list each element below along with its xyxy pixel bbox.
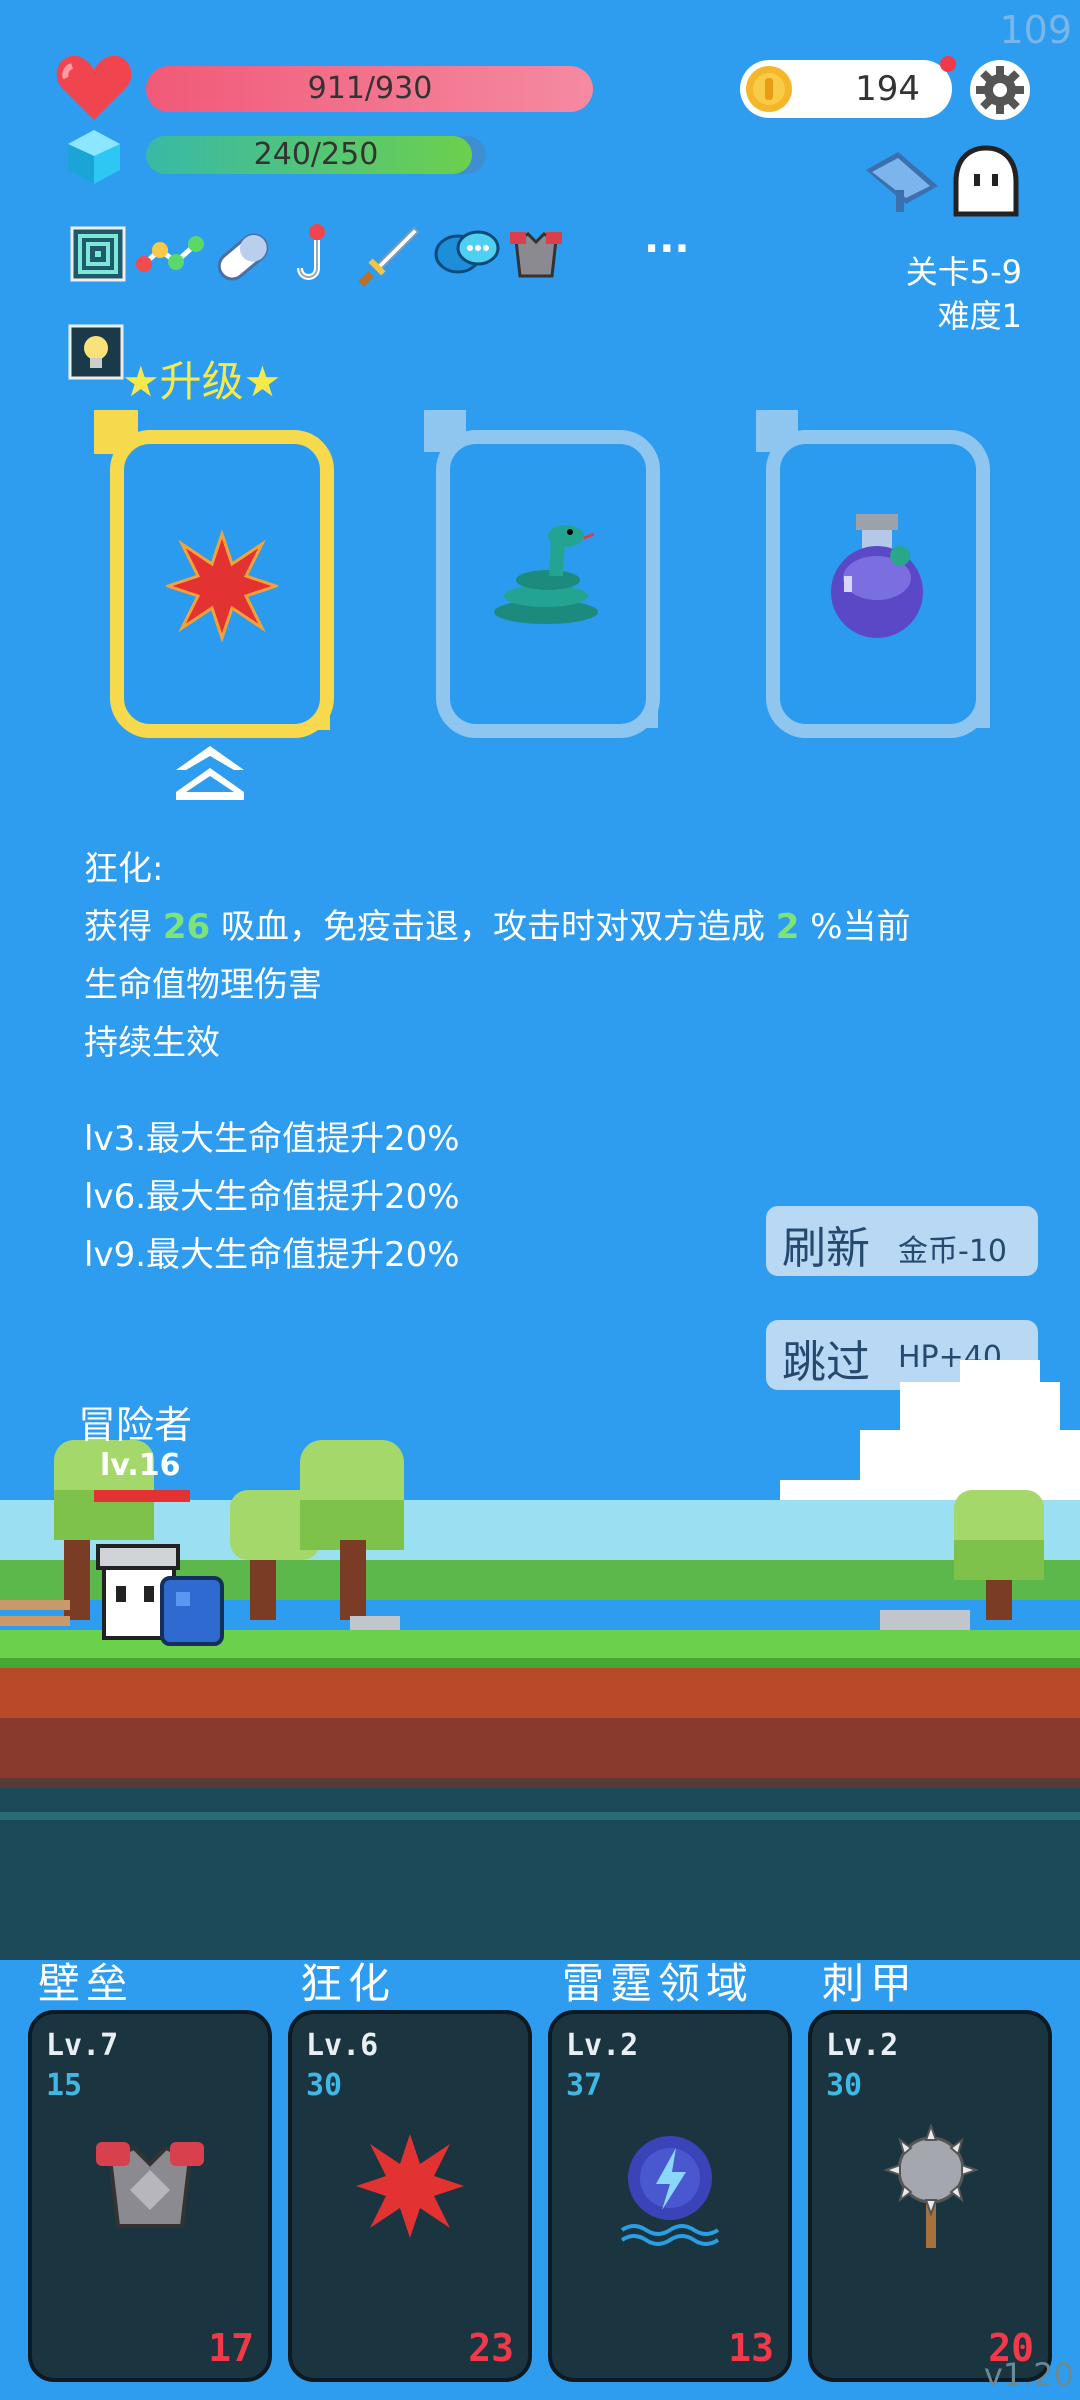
refresh-cost: 金币-10 — [898, 1234, 1007, 1269]
desc-line-1: 获得 26 吸血，免疫击退，攻击时对双方造成 2 %当前 — [84, 907, 911, 947]
skill-count: 17 — [208, 2326, 254, 2370]
player-title: 冒险者 — [78, 1403, 193, 1447]
thunder-icon — [620, 2136, 720, 2246]
coin-count: 194 — [855, 69, 920, 109]
skill-card-thorn-armor[interactable]: Lv.2 30 20 — [808, 2010, 1052, 2382]
desc-lv3: lv3.最大生命值提升20% — [84, 1119, 460, 1159]
heart-icon — [56, 55, 132, 120]
refresh-label: 刷新 — [782, 1223, 870, 1274]
skill-value: 30 — [826, 2068, 863, 2103]
desc-name: 狂化: — [84, 849, 164, 889]
refresh-button[interactable]: 刷新 金币-10 — [766, 1206, 1038, 1276]
skill-level: Lv.6 — [306, 2028, 379, 2063]
desc-line-2: 生命值物理伤害 — [84, 965, 322, 1005]
pixel-flag-icon[interactable] — [860, 146, 944, 216]
upgrade-title: ★升级★ — [122, 348, 281, 409]
molecule-icon[interactable] — [136, 230, 206, 280]
ghost-icon[interactable] — [948, 144, 1024, 220]
more-button[interactable]: ··· — [644, 226, 690, 272]
desc-value-lifesteal: 26 — [162, 907, 211, 947]
version-label: v1.20 — [983, 2356, 1074, 2394]
armor-icon[interactable] — [506, 226, 566, 286]
skill-value: 15 — [46, 2068, 83, 2103]
notification-dot — [940, 56, 956, 72]
coin-icon — [746, 66, 792, 112]
upgrade-card-potion[interactable] — [766, 430, 990, 738]
skill-level: Lv.2 — [566, 2028, 639, 2063]
splat-icon — [356, 2134, 464, 2238]
skill-level: Lv.2 — [826, 2028, 899, 2063]
upgrade-card-snake[interactable] — [436, 430, 660, 738]
splat-icon — [166, 530, 278, 642]
skill-card-berserk[interactable]: Lv.6 30 23 — [288, 2010, 532, 2382]
skill-level: Lv.7 — [46, 2028, 119, 2063]
skill-name-2: 狂化 — [300, 1959, 397, 2008]
skill-card-bulwark[interactable]: Lv.7 15 17 — [28, 2010, 272, 2382]
pill-icon[interactable] — [212, 226, 274, 288]
skill-count: 23 — [468, 2326, 514, 2370]
fps-counter: 109 — [999, 8, 1072, 52]
skill-value: 30 — [306, 2068, 343, 2103]
difficulty-label: 难度1 — [937, 297, 1022, 335]
knight-character[interactable] — [92, 1540, 228, 1650]
speech-icon[interactable] — [434, 228, 500, 284]
stage-info: 关卡5-9 难度1 — [906, 250, 1022, 338]
target-icon[interactable] — [70, 226, 126, 282]
skill-name-3: 雷霆领域 — [562, 1959, 755, 2008]
skill-name-4: 刺甲 — [822, 1959, 919, 2008]
lightbulb-icon — [68, 324, 124, 380]
desc-line-3: 持续生效 — [84, 1023, 220, 1063]
selected-arrow-icon — [176, 746, 244, 800]
skill-value: 37 — [566, 2068, 603, 2103]
desc-value-damage: 2 — [775, 907, 800, 947]
player-hp-bar — [94, 1490, 190, 1502]
mp-text: 240/250 — [253, 137, 379, 172]
hp-text: 911/930 — [307, 71, 433, 106]
potion-icon — [831, 514, 923, 638]
sword-icon[interactable] — [356, 224, 422, 290]
skill-card-thunder-domain[interactable]: Lv.2 37 13 — [548, 2010, 792, 2382]
buff-row — [70, 224, 710, 290]
upgrade-card-berserk[interactable] — [110, 430, 334, 738]
upgrade-title-text: 升级 — [159, 357, 244, 406]
spiked-mace-icon — [883, 2123, 979, 2248]
player-level: lv.16 — [100, 1448, 181, 1483]
tree-right — [954, 1490, 1044, 1620]
settings-gear-icon[interactable] — [968, 58, 1032, 122]
skill-name-1: 壁垒 — [38, 1959, 135, 2008]
star-right-icon: ★ — [243, 357, 282, 406]
hook-icon[interactable] — [292, 222, 342, 288]
mana-gem-icon — [68, 130, 120, 184]
armor-icon — [96, 2142, 204, 2228]
star-left-icon: ★ — [122, 357, 160, 406]
stage-label: 关卡5-9 — [905, 253, 1022, 291]
snake-icon — [494, 525, 598, 624]
skill-count: 13 — [728, 2326, 774, 2370]
